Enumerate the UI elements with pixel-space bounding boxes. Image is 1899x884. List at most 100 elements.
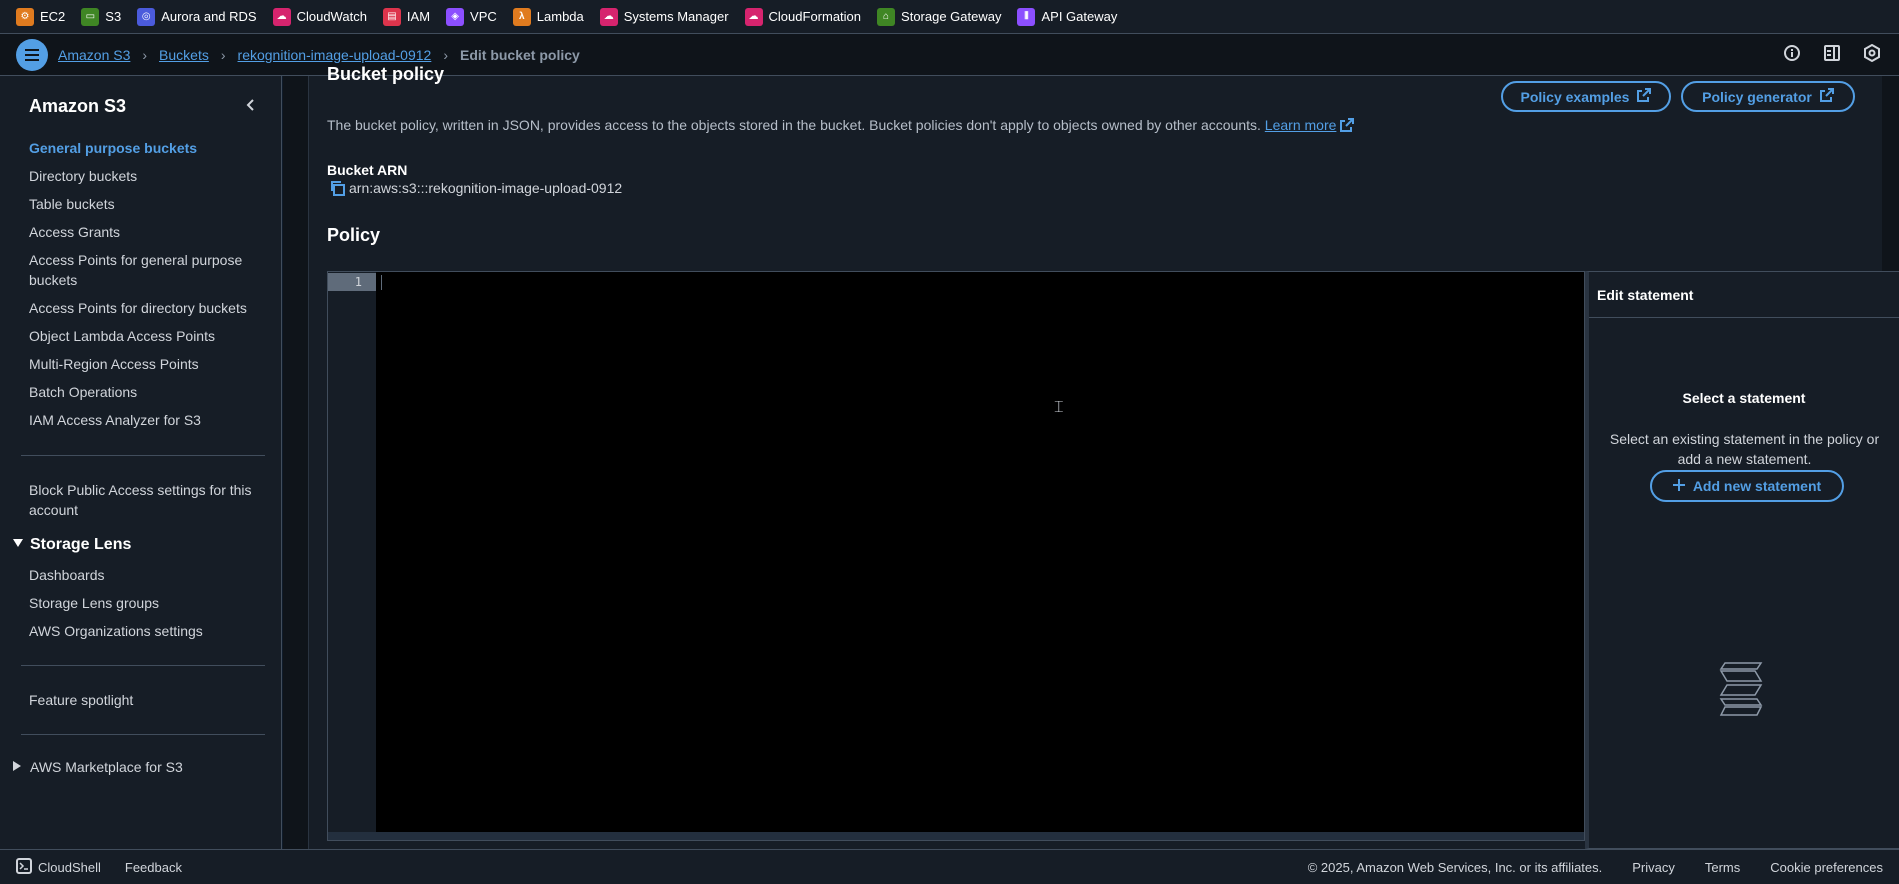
copyright-text: © 2025, Amazon Web Services, Inc. or its… [1307,859,1603,875]
policy-editor[interactable]: 1 ⌶ [327,271,1585,841]
cloudwatch-icon: ☁ [272,7,291,26]
favorite-cloudwatch[interactable]: ☁ CloudWatch [272,7,367,26]
sidebar-item-iam-access-analyzer[interactable]: IAM Access Analyzer for S3 [29,410,259,430]
cloudshell-icon [16,857,32,877]
sidebar-item-marketplace[interactable]: AWS Marketplace for S3 [12,759,183,775]
favorite-rds[interactable]: ◎ Aurora and RDS [137,7,257,26]
policy-label: Policy [327,225,381,245]
copy-icon[interactable] [329,180,345,196]
select-statement-title: Select a statement [1682,390,1806,406]
terms-link[interactable]: Terms [1705,860,1740,875]
sidebar-item-multi-region[interactable]: Multi-Region Access Points [29,354,259,374]
description-text: The bucket policy, written in JSON, prov… [327,117,1261,133]
favorite-label: VPC [470,9,497,24]
add-new-statement-button[interactable]: Add new statement [1650,470,1844,502]
lambda-icon: λ [512,7,531,26]
systems-manager-icon: ☁ [599,7,618,26]
code-input-area[interactable] [376,272,1584,840]
sidebar-item-block-public-access[interactable]: Block Public Access settings for this ac… [29,480,259,520]
sidebar-item-storage-lens-groups[interactable]: Storage Lens groups [29,593,259,613]
sidebar-section-storage-lens[interactable]: Storage Lens [12,536,131,554]
sidebar-item-organizations-settings[interactable]: AWS Organizations settings [29,621,259,641]
favorite-s3[interactable]: ▭ S3 [81,7,121,26]
notifications-panel-icon[interactable] [1823,44,1841,62]
favorite-vpc[interactable]: ◈ VPC [446,7,497,26]
cookie-preferences-link[interactable]: Cookie preferences [1770,860,1883,875]
breadcrumb-bar: Amazon S3 › Buckets › rekognition-image-… [0,34,1899,76]
breadcrumb-current: Edit bucket policy [460,46,580,63]
sidebar-item-directory-buckets[interactable]: Directory buckets [29,166,259,186]
favorite-label: EC2 [40,9,66,24]
info-icon[interactable] [1783,44,1801,62]
text-caret [381,275,382,290]
sidebar-divider [21,734,265,735]
breadcrumb-bucket[interactable]: rekognition-image-upload-0912 [238,47,432,63]
external-link-icon [1637,88,1652,105]
sidebar-item-access-points-directory[interactable]: Access Points for directory buckets [29,298,259,318]
collapse-sidebar-icon[interactable] [244,98,258,112]
bucket-policy-panel: Bucket policy Policy examples Policy gen… [308,64,1899,849]
favorite-cloudformation[interactable]: ☁ CloudFormation [744,7,862,26]
sidebar-divider [21,665,265,666]
sidebar-item-object-lambda[interactable]: Object Lambda Access Points [29,326,259,346]
favorite-lambda[interactable]: λ Lambda [512,7,584,26]
sidebar-item-table-buckets[interactable]: Table buckets [29,194,259,214]
horizontal-scrollbar[interactable] [328,832,1584,840]
cloudformation-icon: ☁ [744,7,763,26]
storage-gateway-icon: ⌂ [877,7,896,26]
s3-icon: ▭ [81,7,100,26]
api-gateway-icon: ⦀ [1017,7,1036,26]
favorite-api-gateway[interactable]: ⦀ API Gateway [1017,7,1117,26]
sidebar-item-batch-operations[interactable]: Batch Operations [29,382,259,402]
footer-links: © 2025, Amazon Web Services, Inc. or its… [1308,860,1883,875]
sidebar-item-access-grants[interactable]: Access Grants [29,222,259,242]
bucket-arn-row: arn:aws:s3:::rekognition-image-upload-09… [329,180,622,196]
rds-icon: ◎ [137,7,156,26]
button-label: Add new statement [1692,478,1822,494]
sidebar-title: Amazon S3 [29,96,127,116]
breadcrumb-amazon-s3[interactable]: Amazon S3 [58,47,130,63]
main-content: Bucket policy Policy examples Policy gen… [283,64,1899,849]
favorite-label: Storage Gateway [901,9,1002,24]
settings-icon[interactable] [1863,44,1881,62]
learn-more-link[interactable]: Learn more [1265,117,1337,133]
editor-gutter: 1 [328,272,376,840]
favorite-storage-gateway[interactable]: ⌂ Storage Gateway [877,7,1002,26]
caret-down-icon [12,536,24,554]
menu-icon[interactable] [16,38,48,71]
favorite-ec2[interactable]: ⚙ EC2 [16,7,66,26]
line-number: 1 [328,273,376,291]
button-label: Policy generator [1702,88,1812,105]
chevron-right-icon: › [220,46,226,63]
link-label: Learn more [1264,117,1337,133]
favorite-label: CloudFormation [768,9,862,24]
external-link-icon [1819,88,1834,105]
caret-right-icon [12,759,22,775]
favorite-iam[interactable]: ▤ IAM [382,7,430,26]
statement-illustration-icon [1719,661,1763,717]
vpc-icon: ◈ [446,7,465,26]
policy-generator-button[interactable]: Policy generator [1681,81,1855,112]
select-statement-text: Select an existing statement in the poli… [1609,431,1880,467]
cloudshell-label: CloudShell [38,859,101,875]
sidebar-section-label: Storage Lens [30,536,132,553]
privacy-link[interactable]: Privacy [1632,860,1675,875]
iam-icon: ▤ [382,7,401,26]
chevron-right-icon: › [443,46,448,63]
favorite-systems-manager[interactable]: ☁ Systems Manager [599,7,729,26]
panel-heading: Bucket policy [327,64,445,84]
ibeam-cursor-icon: ⌶ [1054,399,1064,416]
sidebar-item-access-points-general[interactable]: Access Points for general purpose bucket… [29,250,259,290]
sidebar-item-label: AWS Marketplace for S3 [30,759,183,775]
breadcrumb-buckets[interactable]: Buckets [159,47,209,63]
sidebar-item-dashboards[interactable]: Dashboards [29,565,259,585]
cloudshell-button[interactable]: CloudShell [16,857,101,877]
policy-examples-button[interactable]: Policy examples [1501,81,1671,112]
favorite-label: Systems Manager [623,9,729,24]
favorite-label: Aurora and RDS [161,9,257,24]
breadcrumb: Amazon S3 › Buckets › rekognition-image-… [58,47,580,63]
sidebar-item-feature-spotlight[interactable]: Feature spotlight [29,690,259,710]
footer: CloudShell Feedback © 2025, Amazon Web S… [0,849,1899,884]
feedback-link[interactable]: Feedback [125,860,182,875]
sidebar-item-general-purpose-buckets[interactable]: General purpose buckets [29,138,259,158]
